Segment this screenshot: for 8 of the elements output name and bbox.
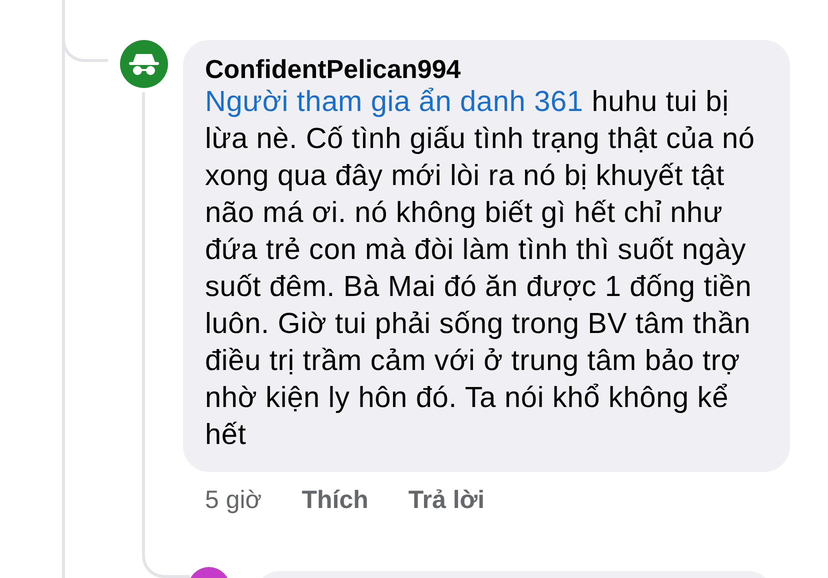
comment-text: Người tham gia ẩn danh 361 huhu tui bị lừa nè. Cố tình giấu tình trạng thật của nó xong qua đây mới lòi ra nó bị khuyết tật não má ơi. nó không biết gì hết chỉ như đứa trẻ con mà đòi làm tình thì suốt ngày suốt đêm. Bà Mai đó ăn được 1 đống tiền luôn. Giờ tui phải sống trong BV tâm thần điều trị trầm cảm với ở trung tâm bảo trợ nhờ kiện ly hôn đó. Ta nói khổ không kể hết: [205, 85, 756, 453]
mention-link[interactable]: Người tham gia ẩn danh 361: [205, 86, 584, 118]
hat-and-glasses-icon: [128, 52, 160, 76]
like-button[interactable]: Thích: [302, 482, 368, 520]
avatar[interactable]: [120, 40, 168, 88]
author-name: ConfidentPelican994: [205, 54, 462, 84]
comment-time: 5 giờ: [205, 485, 262, 516]
reply-button[interactable]: Trả lời: [408, 482, 485, 520]
